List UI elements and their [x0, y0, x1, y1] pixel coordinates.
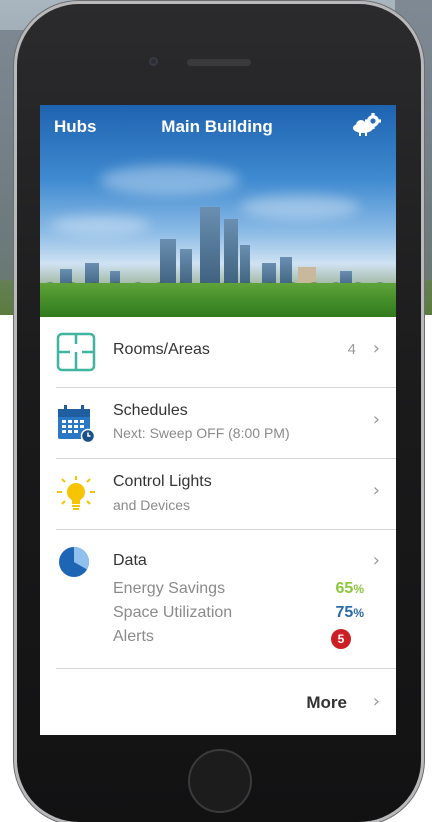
rooms-count: 4	[347, 341, 356, 358]
chevron-right-icon: ›	[372, 691, 380, 712]
earpiece-speaker	[187, 59, 251, 66]
control-lights-label: Control Lights	[113, 473, 212, 490]
menu-item-data[interactable]: Data › Energy Savings 65% Space Utilizat…	[56, 530, 396, 669]
front-camera	[149, 57, 158, 66]
chevron-right-icon: ›	[372, 338, 380, 359]
hero-image: Hubs Main Building	[40, 105, 396, 317]
home-button[interactable]	[188, 749, 252, 813]
rooms-label: Rooms/Areas	[113, 341, 210, 358]
schedules-label: Schedules	[113, 402, 188, 419]
space-utilization-label: Space Utilization	[113, 604, 233, 621]
top-bar: Hubs Main Building	[40, 105, 396, 149]
menu-item-control-lights[interactable]: Control Lights and Devices ›	[56, 459, 396, 530]
menu-item-rooms[interactable]: Rooms/Areas 4 ›	[56, 317, 396, 388]
alerts-label: Alerts	[113, 628, 154, 645]
chevron-right-icon: ›	[372, 550, 380, 571]
pie-chart-icon	[56, 544, 96, 584]
schedules-subtitle: Next: Sweep OFF (8:00 PM)	[113, 425, 290, 441]
control-lights-subtitle: and Devices	[113, 497, 191, 513]
menu-item-schedules[interactable]: Schedules Next: Sweep OFF (8:00 PM) ›	[56, 388, 396, 459]
alerts-badge[interactable]: 5	[331, 629, 351, 649]
chevron-right-icon: ›	[372, 409, 380, 430]
floorplan-icon	[56, 332, 96, 372]
energy-savings-label: Energy Savings	[113, 580, 226, 597]
app-screen: Hubs Main Building Rooms/Areas 4 › Sched…	[40, 105, 396, 735]
space-utilization-value: 75%	[335, 604, 364, 621]
calendar-clock-icon	[56, 403, 96, 444]
cloud-gear-icon[interactable]	[352, 113, 382, 137]
chevron-right-icon: ›	[372, 480, 380, 501]
energy-savings-value: 65%	[335, 580, 364, 597]
menu-list: Rooms/Areas 4 › Schedules Next: Sweep OF…	[40, 317, 396, 735]
menu-item-more[interactable]: More ›	[56, 669, 396, 735]
hubs-button[interactable]: Hubs	[54, 117, 97, 137]
data-label: Data	[113, 552, 147, 569]
lightbulb-icon	[56, 474, 96, 514]
page-title: Main Building	[161, 117, 273, 136]
more-label: More	[306, 693, 347, 712]
